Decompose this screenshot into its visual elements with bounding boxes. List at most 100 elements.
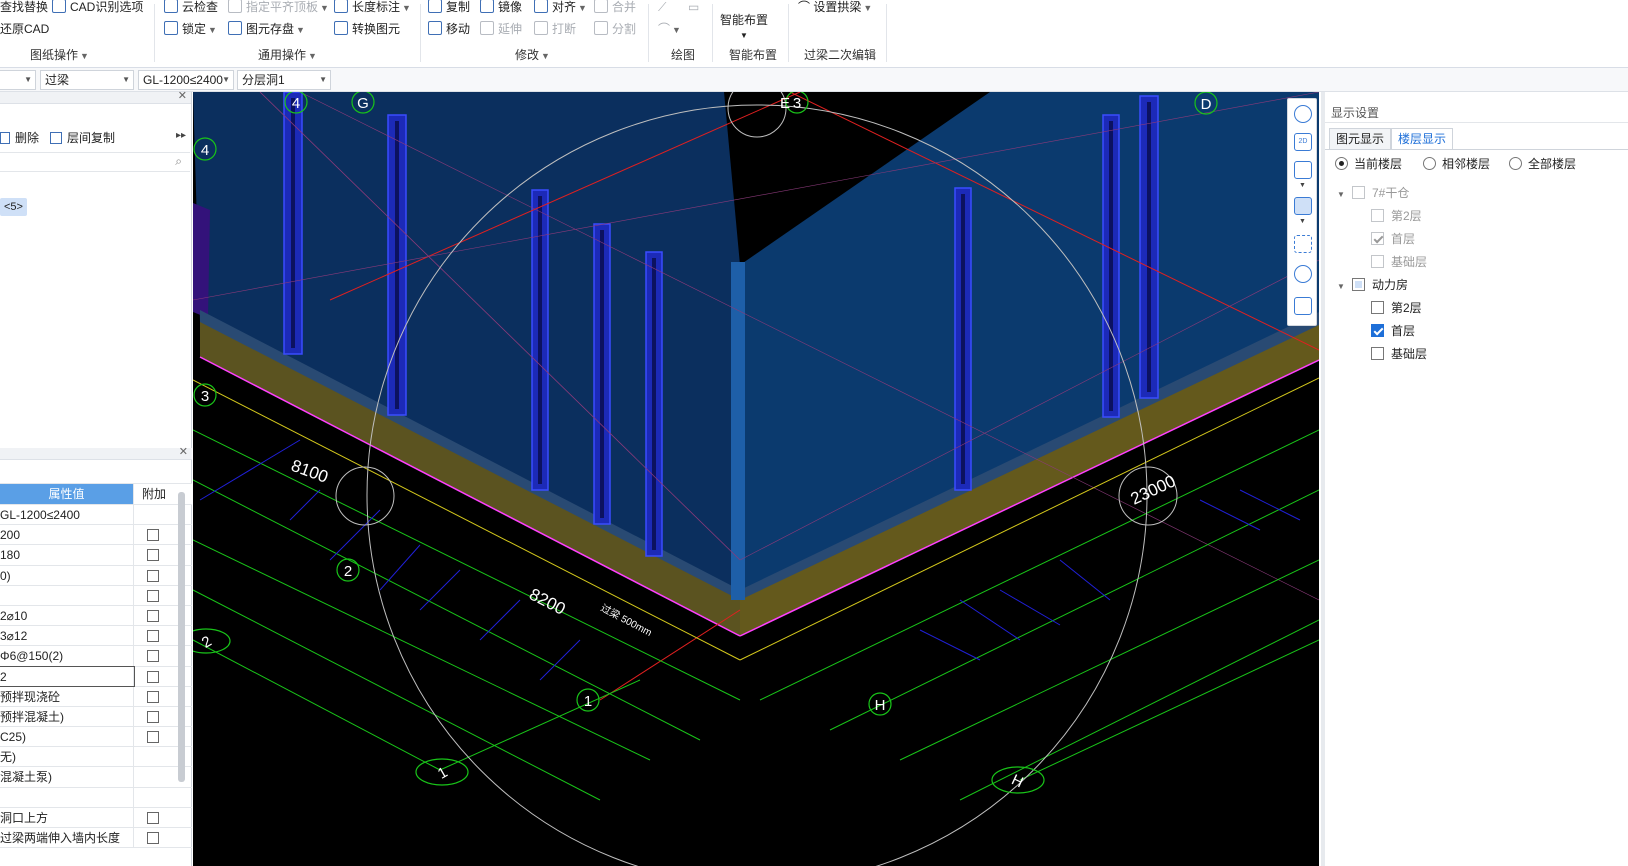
chevron-down-icon[interactable]: ▼ [1299,218,1306,225]
mirror-button[interactable]: 镜像 [480,0,522,17]
find-replace-button[interactable]: 查找替换 [0,0,48,17]
length-dim-button[interactable]: 长度标注 ▼ [334,0,411,17]
attach-checkbox[interactable] [147,549,159,562]
property-row[interactable]: 180 [0,545,192,566]
attach-checkbox[interactable] [147,832,159,844]
property-row[interactable]: 3⌀12 [0,626,192,647]
cube-view-icon[interactable] [1294,265,1312,283]
tree-item[interactable]: 基础层 [1371,346,1427,362]
property-value[interactable]: GL-1200≤2400 [0,505,134,525]
draw-line-button[interactable]: ⟋ [658,0,666,17]
search-input[interactable]: ⌕ [0,152,190,172]
property-row[interactable]: GL-1200≤2400 [0,505,192,526]
attach-checkbox[interactable] [147,731,159,744]
cloud-check-button[interactable]: 云检查 [164,0,218,17]
floor-copy-button[interactable]: 层间复制 [50,128,115,148]
property-value[interactable]: 2⌀10 [0,605,134,626]
chevron-down-icon[interactable]: ▼ [1299,182,1306,189]
property-row[interactable] [0,585,192,606]
property-row[interactable]: 过梁两端伸入墙内长度 [0,828,192,849]
copy-button[interactable]: 复制 [428,0,470,17]
attach-checkbox[interactable] [147,670,159,683]
delete-button[interactable]: 删除 [0,128,39,148]
move-button[interactable]: 移动 [428,19,470,39]
element-name-select[interactable]: GL-1200≤2400 ▼ [138,70,234,90]
elem-save-button[interactable]: 图元存盘 ▼ [228,19,305,39]
radio-adjacent-floor[interactable]: 相邻楼层 [1423,156,1490,172]
property-value[interactable]: 2 [0,665,135,687]
property-row[interactable]: 2 [0,665,192,687]
split-button[interactable]: 分割 [594,19,636,39]
attach-checkbox[interactable] [147,609,159,622]
property-value[interactable]: 0) [0,565,134,585]
property-value[interactable]: 预拌现浇砼 [0,686,134,706]
property-row[interactable]: 无) [0,747,192,768]
more-icon[interactable]: ▸▸ [176,130,186,141]
merge-button[interactable]: 合并 [594,0,636,17]
draw-arc-button[interactable]: ⌒ ▼ [658,19,681,39]
property-value[interactable]: 过梁两端伸入墙内长度 [0,828,134,848]
property-value[interactable]: 180 [0,545,134,565]
tab-floor-display[interactable]: 楼层显示 [1391,128,1454,150]
property-row[interactable]: 200 [0,525,192,546]
property-value[interactable]: C25) [0,727,134,747]
3d-viewport[interactable]: 4 G E 3 D 4 3 2 1 H 2 1 H 8100 8200 2300… [193,92,1319,866]
attach-checkbox[interactable] [147,630,159,643]
set-arch-beam-button[interactable]: ⌒ 设置拱梁 ▼ [798,0,872,17]
tree-item[interactable]: 基础层 [1371,254,1427,270]
attach-checkbox[interactable] [147,710,159,723]
property-row[interactable]: Φ6@150(2) [0,646,192,667]
radio-current-floor[interactable]: 当前楼层 [1335,156,1402,172]
group-label-drawing-ops[interactable]: 图纸操作 ▼ [30,46,89,63]
radio-all-floor[interactable]: 全部楼层 [1509,156,1576,172]
attach-checkbox[interactable] [147,589,159,602]
tree-item[interactable]: 第2层 [1371,208,1422,224]
property-value[interactable]: 混凝土泵) [0,767,134,787]
group-label-modify[interactable]: 修改 ▼ [515,46,550,63]
convert-button[interactable]: 转换图元 [334,19,400,39]
draw-rect-button[interactable]: ▭ [688,0,699,17]
property-row[interactable]: 混凝土泵) [0,767,192,788]
tree-item[interactable]: 首层 [1371,231,1415,247]
lock-button[interactable]: 锁定 ▼ [164,19,217,39]
close-icon[interactable]: ✕ [178,89,187,102]
solid-view-icon[interactable] [1294,197,1312,215]
view-list-icon[interactable] [1294,297,1312,315]
group-checkbox[interactable] [1352,278,1365,291]
layer-select[interactable]: 分层洞1 ▼ [237,70,331,90]
floor-select[interactable]: ▼ [0,70,36,90]
property-value[interactable]: 洞口上方 [0,807,134,827]
group-checkbox[interactable] [1352,186,1365,199]
2d-view-icon[interactable]: 2D [1294,133,1312,151]
property-row[interactable]: C25) [0,727,192,748]
tree-selected-item[interactable]: <5> [0,198,27,216]
attach-checkbox[interactable] [147,690,159,703]
property-row[interactable] [0,787,192,808]
property-scrollbar[interactable] [178,492,185,782]
tree-item[interactable]: 第2层 [1371,300,1422,316]
orbit-icon[interactable] [1294,105,1312,123]
tab-element-display[interactable]: 图元显示 [1329,128,1392,150]
element-type-select[interactable]: 过梁 ▼ [40,70,134,90]
extend-button[interactable]: 延伸 [480,19,522,39]
restore-cad-button[interactable]: 还原CAD [0,19,49,39]
property-value[interactable] [0,787,134,807]
attach-checkbox[interactable] [147,529,159,542]
property-row[interactable]: 预拌混凝土) [0,706,192,728]
align-button[interactable]: 对齐 ▼ [534,0,587,17]
cad-options-button[interactable]: CAD识别选项 [52,0,143,17]
property-value[interactable] [0,585,134,605]
flat-top-button[interactable]: 指定平齐顶板 ▼ [228,0,329,17]
attach-checkbox[interactable] [147,650,159,663]
collapse-icon[interactable]: ▼ [1337,187,1345,203]
attach-checkbox[interactable] [147,569,159,582]
collapse-icon[interactable]: ▼ [1337,279,1345,295]
close-icon[interactable]: ✕ [179,445,188,458]
property-value[interactable]: 200 [0,525,134,545]
tree-group-b[interactable]: ▼ 动力房 [1337,277,1408,295]
property-row[interactable]: 洞口上方 [0,807,192,828]
property-value[interactable]: Φ6@150(2) [0,646,134,666]
group-label-general[interactable]: 通用操作 ▼ [258,46,317,63]
property-value[interactable]: 预拌混凝土) [0,706,134,727]
property-row[interactable]: 0) [0,565,192,586]
